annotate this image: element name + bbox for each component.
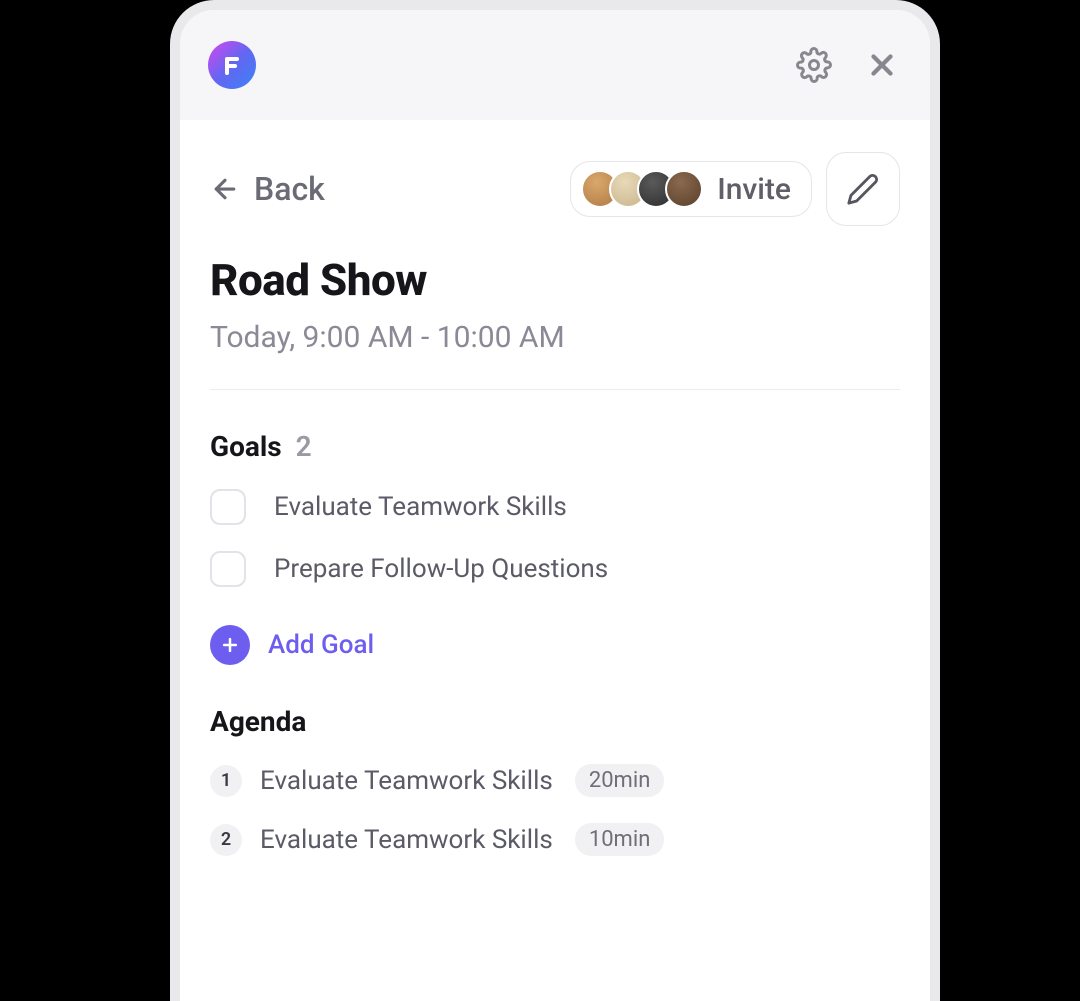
agenda-heading: Agenda: [210, 705, 306, 738]
agenda-number: 1: [210, 765, 242, 797]
goal-item: Evaluate Teamwork Skills: [210, 489, 900, 525]
edit-button[interactable]: [826, 152, 900, 226]
invite-button[interactable]: Invite: [570, 161, 812, 217]
back-label: Back: [254, 170, 325, 208]
goals-count: 2: [296, 430, 312, 463]
goal-label: Prepare Follow-Up Questions: [274, 554, 608, 584]
plus-icon: [210, 625, 250, 665]
meeting-title: Road Show: [210, 254, 900, 306]
app-panel: Back Invite R: [170, 0, 940, 1001]
arrow-left-icon: [210, 174, 240, 204]
goals-section: Goals 2 Evaluate Teamwork Skills Prepare…: [210, 430, 900, 665]
meeting-timestamp: Today, 9:00 AM - 10:00 AM: [210, 320, 900, 355]
agenda-section: Agenda 1 Evaluate Teamwork Skills 20min …: [210, 705, 900, 856]
goal-label: Evaluate Teamwork Skills: [274, 492, 567, 522]
app-header: [180, 10, 930, 120]
attendee-avatars: [581, 170, 703, 208]
app-logo-icon: [220, 53, 244, 77]
goals-heading: Goals: [210, 430, 282, 463]
agenda-label: Evaluate Teamwork Skills: [260, 766, 553, 796]
agenda-duration: 10min: [575, 823, 665, 856]
goal-checkbox[interactable]: [210, 489, 246, 525]
add-goal-button[interactable]: Add Goal: [210, 625, 900, 665]
settings-button[interactable]: [794, 45, 834, 85]
close-icon: [865, 48, 899, 82]
pencil-icon: [846, 172, 880, 206]
goal-checkbox[interactable]: [210, 551, 246, 587]
agenda-item: 1 Evaluate Teamwork Skills 20min: [210, 764, 900, 797]
gear-icon: [796, 47, 832, 83]
agenda-number: 2: [210, 824, 242, 856]
invite-label: Invite: [717, 172, 791, 207]
agenda-item: 2 Evaluate Teamwork Skills 10min: [210, 823, 900, 856]
add-goal-label: Add Goal: [268, 630, 374, 660]
divider: [210, 389, 900, 390]
close-button[interactable]: [862, 45, 902, 85]
back-button[interactable]: Back: [210, 170, 325, 208]
agenda-label: Evaluate Teamwork Skills: [260, 825, 553, 855]
goal-item: Prepare Follow-Up Questions: [210, 551, 900, 587]
app-logo[interactable]: [208, 41, 256, 89]
avatar: [665, 170, 703, 208]
agenda-duration: 20min: [575, 764, 665, 797]
